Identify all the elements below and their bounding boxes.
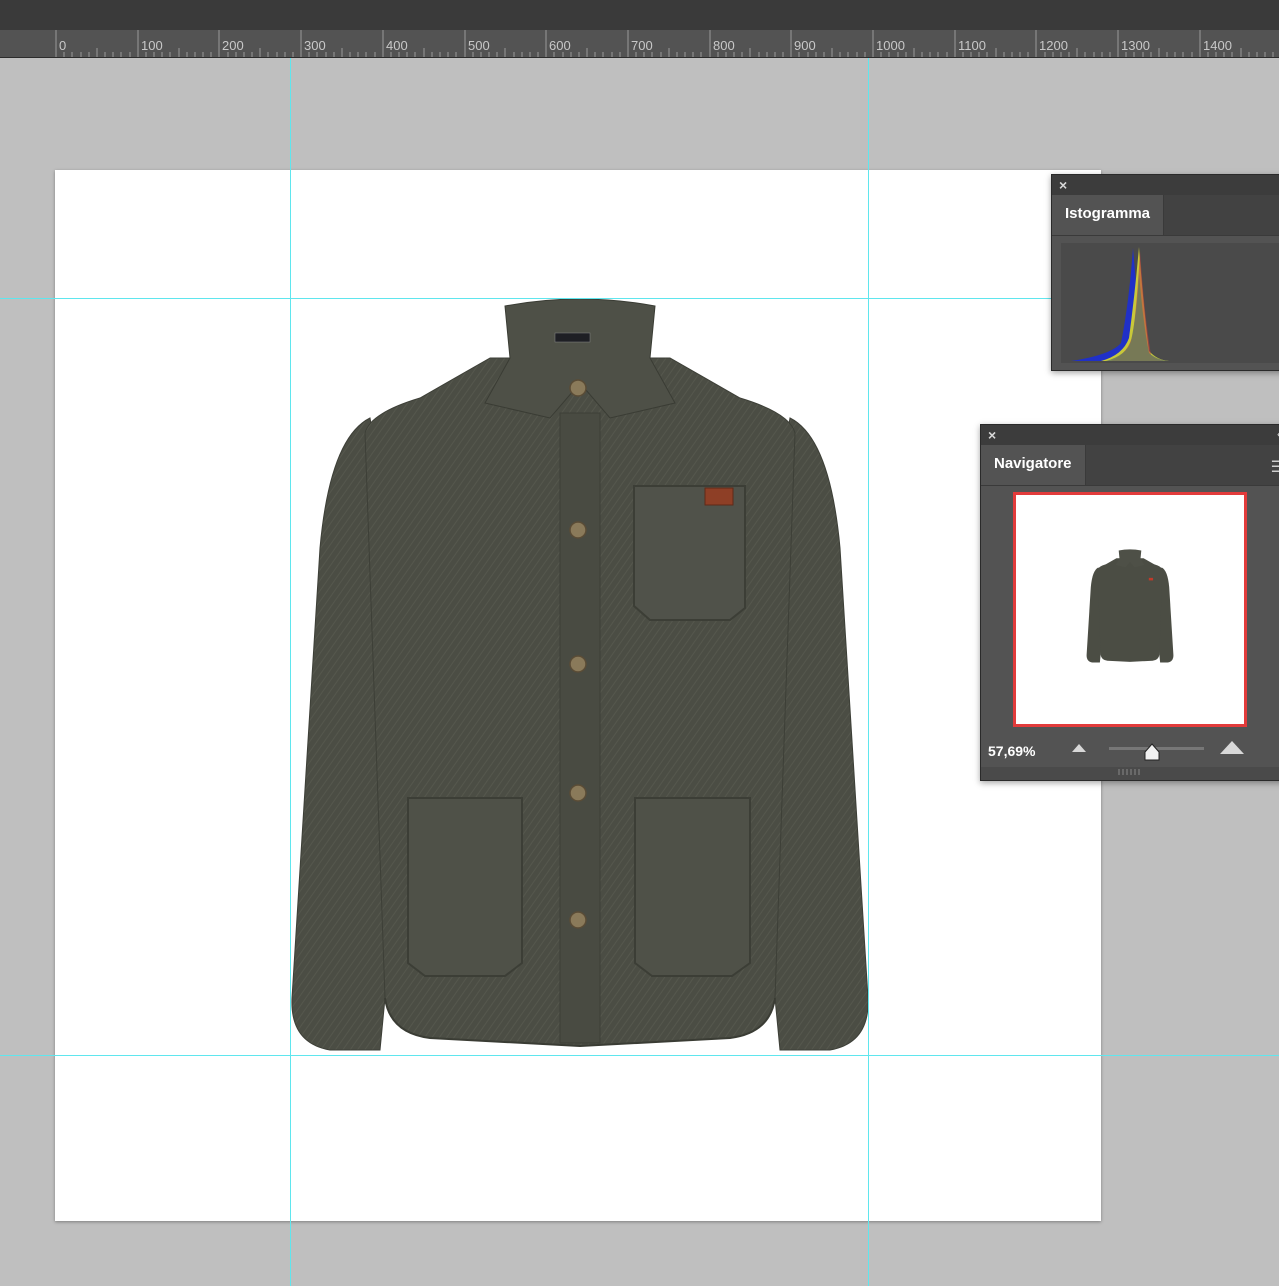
navigator-panel: × ‹‹ Navigatore ☰ 57,69%: [980, 424, 1279, 781]
application-top-bar: [0, 0, 1279, 30]
histogram-graph: [1061, 243, 1279, 363]
ruler-label: 1300: [1121, 38, 1150, 53]
histogram-curves: [1071, 247, 1169, 361]
small-mountain-icon[interactable]: [1071, 741, 1087, 753]
panel-header: ×: [1052, 175, 1279, 195]
panel-tab-row: Navigatore ☰: [981, 445, 1279, 486]
ruler-label: 200: [222, 38, 244, 53]
hamburger-menu-icon[interactable]: ☰: [1271, 457, 1279, 477]
jacket-image: [291, 298, 869, 1051]
ruler-label: 600: [549, 38, 571, 53]
panel-header: × ‹‹: [981, 425, 1279, 445]
ruler-label: 1000: [876, 38, 905, 53]
close-icon[interactable]: ×: [1059, 177, 1067, 193]
zoom-value[interactable]: 57,69%: [988, 743, 1035, 759]
guide-horizontal[interactable]: [0, 1055, 1279, 1056]
ruler-label: 300: [304, 38, 326, 53]
panel-tab-row: Istogramma: [1052, 195, 1279, 236]
ruler-label: 100: [141, 38, 163, 53]
ruler-label: 1200: [1039, 38, 1068, 53]
horizontal-ruler[interactable]: 0 100 200 300 400 500 600 700 800 900 1000 1100 1200…: [0, 30, 1279, 58]
ruler-label: 400: [386, 38, 408, 53]
navigator-thumbnail: [1086, 549, 1174, 663]
ruler-label: 500: [468, 38, 490, 53]
zoom-slider-thumb[interactable]: [1144, 743, 1160, 761]
ruler-label: 700: [631, 38, 653, 53]
navigator-zoom-bar: 57,69%: [981, 731, 1279, 765]
resize-grip-icon[interactable]: [1116, 769, 1146, 775]
tab-navigator[interactable]: Navigatore: [981, 445, 1086, 485]
histogram-panel: × Istogramma: [1051, 174, 1279, 371]
ruler-label: 1400: [1203, 38, 1232, 53]
ruler-label: 0: [59, 38, 67, 53]
guide-vertical[interactable]: [868, 58, 869, 1286]
ruler-label: 800: [713, 38, 735, 53]
ruler-label: 900: [794, 38, 816, 53]
ruler-label: 1100: [958, 38, 986, 53]
close-icon[interactable]: ×: [988, 427, 996, 443]
large-mountain-icon[interactable]: [1219, 739, 1245, 755]
guide-vertical[interactable]: [290, 58, 291, 1286]
navigator-preview[interactable]: [1013, 492, 1247, 727]
tab-histogram[interactable]: Istogramma: [1052, 195, 1165, 235]
